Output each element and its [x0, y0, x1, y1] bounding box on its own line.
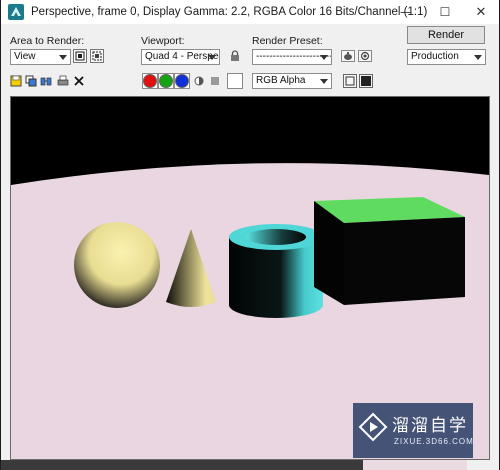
maximize-button[interactable]: ☐ — [425, 0, 465, 24]
pixel-color-swatch — [227, 73, 243, 89]
window-title: Perspective, frame 0, Display Gamma: 2.2… — [31, 6, 428, 18]
render-preset-dropdown[interactable]: -------------------------- — [252, 49, 332, 65]
desktop-background — [1, 460, 363, 470]
production-value: Production — [411, 51, 459, 62]
minimize-icon: — — [400, 5, 412, 19]
chevron-down-icon — [318, 74, 330, 88]
area-to-render-value: View — [14, 51, 36, 62]
maximize-icon: ☐ — [439, 5, 451, 19]
auto-region-button[interactable] — [90, 49, 104, 63]
titlebar: Perspective, frame 0, Display Gamma: 2.2… — [1, 0, 499, 24]
monochrome-icon[interactable] — [210, 76, 220, 86]
viewport-label: Viewport: — [141, 35, 185, 47]
watermark-logo — [358, 412, 388, 442]
desktop-background-strip — [363, 460, 467, 470]
toggle-ui-icon[interactable] — [359, 74, 373, 88]
blue-channel-icon — [175, 74, 189, 88]
environment-icon[interactable] — [358, 50, 372, 62]
channel-display-value: RGB Alpha — [256, 75, 306, 86]
copy-image-icon[interactable] — [25, 75, 37, 87]
sphere — [74, 222, 160, 308]
rendered-frame-window: Perspective, frame 0, Display Gamma: 2.2… — [0, 0, 500, 470]
area-to-render-label: Area to Render: — [10, 35, 85, 47]
watermark-url: ZIXUE.3D66.COM — [394, 437, 474, 446]
app-icon — [8, 4, 24, 20]
close-icon: ✕ — [475, 4, 487, 20]
edit-region-button[interactable] — [73, 49, 87, 63]
area-to-render-dropdown[interactable]: View — [10, 49, 71, 65]
render-preset-label: Render Preset: — [252, 35, 323, 47]
chevron-down-icon — [57, 50, 69, 64]
clone-frame-icon[interactable] — [40, 75, 52, 87]
auto-region-icon — [92, 51, 102, 61]
channel-display-dropdown[interactable]: RGB Alpha — [252, 73, 332, 89]
minimize-button[interactable]: — — [386, 0, 426, 24]
viewport-dropdown[interactable]: Quad 4 - Perspec — [141, 49, 220, 65]
watermark-title: 溜溜自学 — [392, 416, 468, 436]
teapot-render-icon[interactable] — [341, 50, 355, 62]
print-icon[interactable] — [57, 75, 69, 87]
close-button[interactable]: ✕ — [461, 0, 500, 24]
box-front — [344, 217, 465, 305]
chevron-down-icon — [206, 50, 218, 64]
save-image-icon[interactable] — [10, 75, 22, 87]
red-channel-icon — [143, 74, 157, 88]
watermark: 溜溜自学 ZIXUE.3D66.COM — [353, 403, 473, 458]
production-dropdown[interactable]: Production — [407, 49, 486, 65]
alpha-channel-icon[interactable] — [194, 76, 204, 86]
lock-icon[interactable] — [229, 50, 241, 62]
chevron-down-icon — [472, 50, 484, 64]
chevron-down-icon — [318, 50, 330, 64]
green-channel-icon — [159, 74, 173, 88]
toggle-ui-overlay-icon[interactable] — [343, 74, 357, 88]
edit-region-icon — [75, 51, 85, 61]
clear-icon[interactable] — [73, 75, 85, 87]
render-button[interactable]: Render — [407, 26, 485, 44]
